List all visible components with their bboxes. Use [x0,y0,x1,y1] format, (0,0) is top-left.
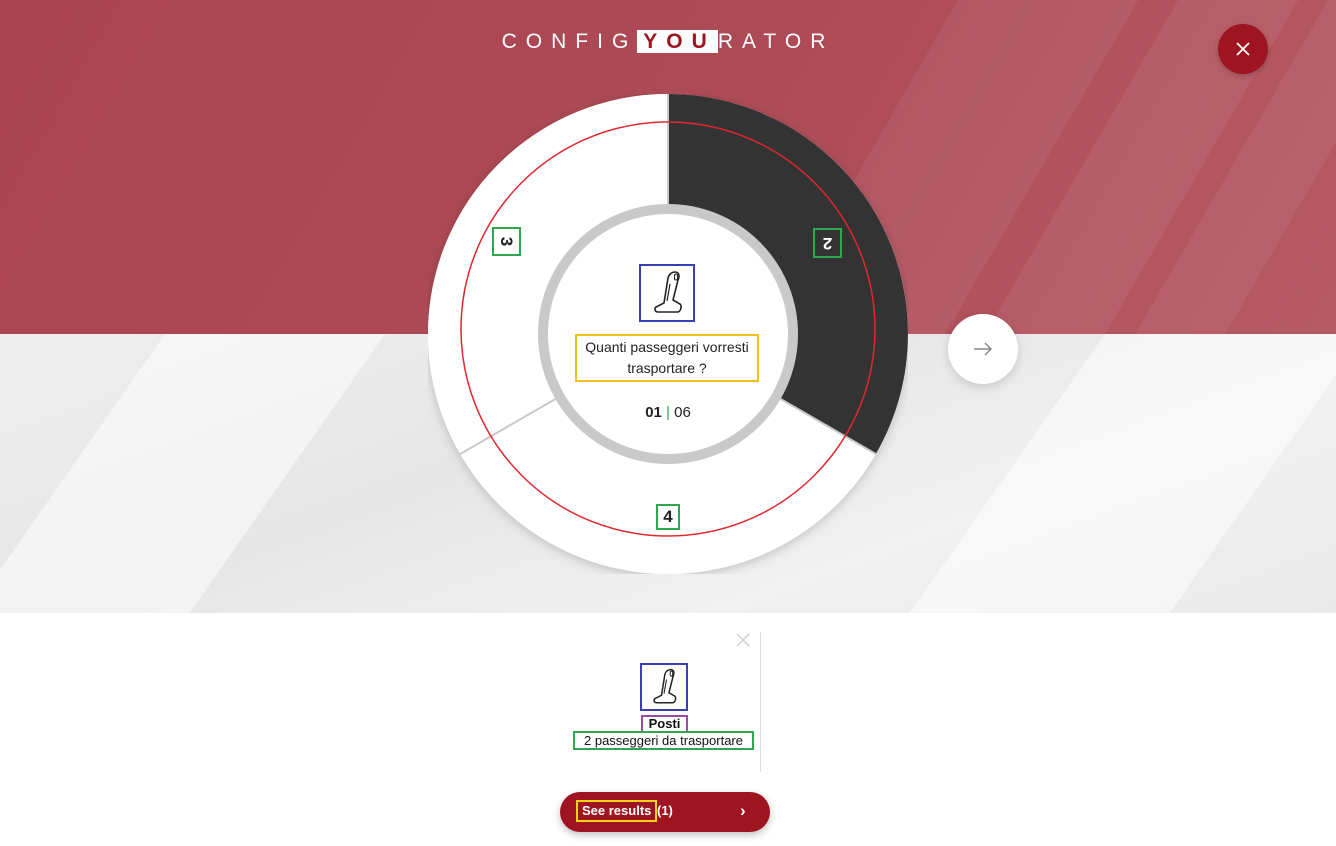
brand-title: CONFIG YOURATOR [0,30,1336,54]
option-wheel: 2 4 3 Quanti passeggeri vorresti traspor… [428,94,908,574]
summary-divider [760,632,761,772]
summary-value: 2 passeggeri da trasportare [573,731,754,750]
car-seat-icon [639,264,695,322]
option-label-3[interactable]: 3 [492,227,521,256]
brand-highlight: YOU [637,30,718,53]
see-results-button[interactable]: See results (1) › [560,792,770,832]
option-label-2[interactable]: 2 [813,228,842,258]
chevron-right-icon: › [740,801,746,820]
step-total: 06 [674,404,691,421]
arrow-right-icon [974,342,993,356]
brand-prefix: CONFIG [501,30,638,53]
close-icon [1236,42,1250,56]
question-text: Quanti passeggeri vorresti trasportare ? [575,334,759,382]
results-count: (1) [657,803,673,818]
next-step-button[interactable] [948,314,1018,384]
car-seat-icon [640,663,688,711]
step-separator: | [666,404,670,421]
remove-selection-icon[interactable] [736,633,750,647]
option-label-4[interactable]: 4 [656,504,680,530]
close-button[interactable] [1218,24,1268,74]
brand-suffix: RATOR [717,30,835,53]
step-counter: 01 | 06 [548,404,788,421]
question-center: Quanti passeggeri vorresti trasportare ?… [538,204,798,464]
step-current: 01 [645,404,662,421]
see-results-label: See results [576,800,658,822]
